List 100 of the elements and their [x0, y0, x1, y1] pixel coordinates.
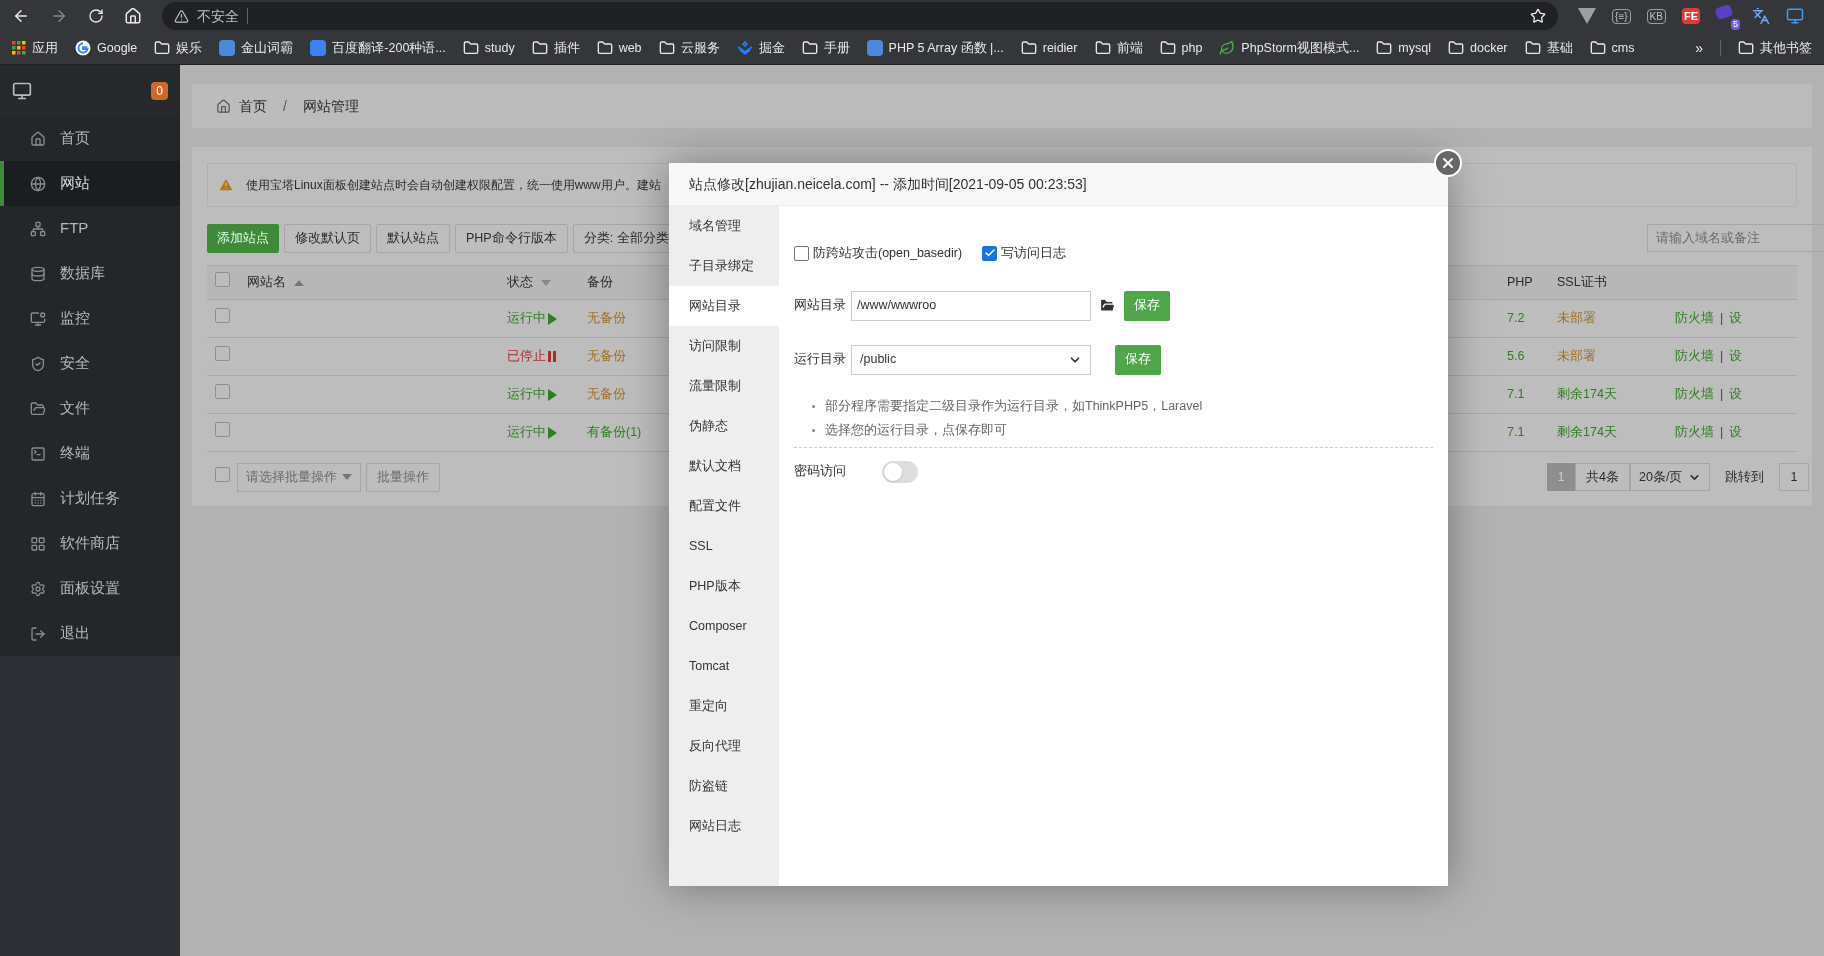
shield-icon	[30, 355, 46, 372]
dialog-tab[interactable]: 网站日志	[669, 806, 779, 846]
column-header[interactable]: 状态	[507, 273, 587, 292]
checkbox[interactable]	[215, 466, 230, 482]
dialog-tab[interactable]: SSL	[669, 526, 779, 566]
terminal-icon	[30, 445, 46, 462]
sidebar-item[interactable]: 计划任务	[0, 476, 180, 521]
bookmark[interactable]: mysql	[1376, 38, 1431, 58]
address-bar[interactable]: 不安全	[162, 2, 1559, 30]
bookmark[interactable]: 云服务	[658, 38, 720, 58]
bookmark[interactable]: study	[462, 38, 515, 58]
page-jump-field[interactable]: 1	[1779, 463, 1809, 491]
extension-icon[interactable]: KB	[1646, 8, 1666, 24]
toggle-switch[interactable]	[882, 460, 918, 483]
bookmark[interactable]: 娱乐	[154, 38, 203, 58]
dialog-tab[interactable]: 访问限制	[669, 326, 779, 366]
bookmark[interactable]: 基础	[1524, 38, 1573, 58]
site-directory-field[interactable]: /www/wwwroo	[851, 290, 1091, 321]
field-label: 网站目录	[794, 297, 847, 315]
column-header[interactable]: 网站名	[247, 273, 507, 292]
bookmark[interactable]: docker	[1448, 38, 1508, 58]
dialog-tab[interactable]: 默认文档	[669, 446, 779, 486]
run-directory-select[interactable]: /public	[851, 344, 1091, 375]
page-size-select[interactable]: 20条/页	[1630, 463, 1710, 491]
sidebar-item[interactable]: 数据库	[0, 251, 180, 296]
bookmark[interactable]: 插件	[531, 38, 580, 58]
option-checkbox[interactable]: 防跨站攻击(open_basedir)	[794, 244, 963, 263]
column-header[interactable]: PHP	[1507, 273, 1557, 292]
monitor-icon[interactable]	[1786, 7, 1804, 25]
folder-icon	[1448, 40, 1464, 56]
folder-icon[interactable]	[1099, 297, 1116, 315]
jump-label: 跳转到	[1725, 468, 1764, 486]
option-checkbox[interactable]: 写访问日志	[982, 244, 1067, 263]
checkbox[interactable]	[215, 346, 230, 362]
bookmark[interactable]: 应用	[12, 38, 58, 58]
folder-icon	[658, 40, 675, 56]
checkbox[interactable]	[215, 272, 230, 288]
bookmark[interactable]: 其他书签	[1738, 38, 1812, 58]
extension-icon[interactable]: {≡}	[1612, 8, 1631, 24]
warning-icon	[174, 8, 189, 24]
sidebar-item[interactable]: 安全	[0, 341, 180, 386]
dialog-tab[interactable]: 网站目录	[669, 286, 779, 326]
dialog-tab[interactable]: 伪静态	[669, 406, 779, 446]
dialog-tab[interactable]: 防盗链	[669, 766, 779, 806]
sidebar-item[interactable]: 网站	[0, 161, 180, 206]
column-header[interactable]: SSL证书	[1557, 273, 1657, 292]
dialog-tab[interactable]: 反向代理	[669, 726, 779, 766]
checkbox[interactable]	[982, 245, 998, 261]
bookmark[interactable]: php	[1159, 38, 1203, 58]
bookmark[interactable]: web	[596, 38, 642, 58]
extension-icon[interactable]: FE	[1681, 8, 1700, 24]
dialog-tab[interactable]: Tomcat	[669, 646, 779, 686]
bookmark[interactable]: cms	[1589, 38, 1635, 58]
sidebar-item[interactable]: 首页	[0, 116, 180, 161]
bookmark[interactable]: 掘金	[736, 38, 785, 58]
field-label: 运行目录	[794, 351, 847, 369]
reload-icon[interactable]	[88, 8, 104, 24]
toolbar-button[interactable]: PHP命令行版本	[455, 223, 568, 253]
dialog-tab[interactable]: 流量限制	[669, 366, 779, 406]
bookmark[interactable]: 百度翻译-200种语...	[310, 38, 446, 58]
bookmark[interactable]: 前端	[1094, 38, 1143, 58]
sidebar-item[interactable]: 退出	[0, 611, 180, 656]
checkbox[interactable]	[215, 384, 230, 400]
more-bookmarks-button[interactable]: »	[1695, 37, 1703, 59]
dialog-tab[interactable]: Composer	[669, 606, 779, 646]
link-separator: |	[1720, 424, 1724, 442]
checkbox[interactable]	[215, 422, 230, 438]
bookmark[interactable]: PHP 5 Array 函数 |...	[866, 38, 1004, 58]
bookmark[interactable]: 金山词霸	[219, 38, 294, 58]
v-shape-icon[interactable]	[1578, 8, 1597, 24]
dialog-tab[interactable]: PHP版本	[669, 566, 779, 606]
sidebar-item[interactable]: 终端	[0, 431, 180, 476]
sidebar-item[interactable]: FTP	[0, 206, 180, 251]
sidebar-item[interactable]: 软件商店	[0, 521, 180, 566]
folder-icon	[1094, 40, 1111, 56]
bookmark-star-icon[interactable]	[1530, 8, 1547, 24]
breadcrumb-link[interactable]: 首页	[239, 95, 267, 117]
forward-icon[interactable]	[50, 7, 68, 25]
home-icon[interactable]	[124, 7, 142, 25]
bookmark[interactable]: reidier	[1020, 38, 1078, 58]
notice-text: 使用宝塔Linux面板创建站点时会自动创建权限配置，统一使用www用户。建站	[246, 177, 661, 194]
bookmark[interactable]: Google	[75, 38, 138, 58]
folder-icon	[1376, 40, 1393, 56]
checkbox[interactable]	[794, 245, 809, 261]
sidebar-item[interactable]: 面板设置	[0, 566, 180, 611]
dialog-tab[interactable]: 重定向	[669, 686, 779, 726]
sidebar-item[interactable]: 监控	[0, 296, 180, 341]
link-separator: |	[1720, 310, 1724, 328]
dialog-tab[interactable]: 配置文件	[669, 486, 779, 526]
toolbar-button[interactable]: 添加站点	[207, 223, 279, 253]
checkbox[interactable]	[215, 308, 230, 324]
dialog-title: 站点修改[zhujian.neicela.com] -- 添加时间[2021-09-05 00:23:53]	[689, 174, 1087, 194]
sidebar-item[interactable]: 文件	[0, 386, 180, 431]
bookmark[interactable]: PhpStorm视图模式...	[1219, 38, 1360, 58]
security-label: 不安全	[197, 6, 239, 26]
status-cell[interactable]: 已停止	[507, 347, 587, 366]
toolbar-button[interactable]: 默认站点	[376, 223, 450, 253]
bookmark[interactable]: 手册	[801, 38, 850, 58]
back-icon[interactable]	[12, 7, 30, 25]
toolbar-button[interactable]: 修改默认页	[284, 223, 371, 253]
